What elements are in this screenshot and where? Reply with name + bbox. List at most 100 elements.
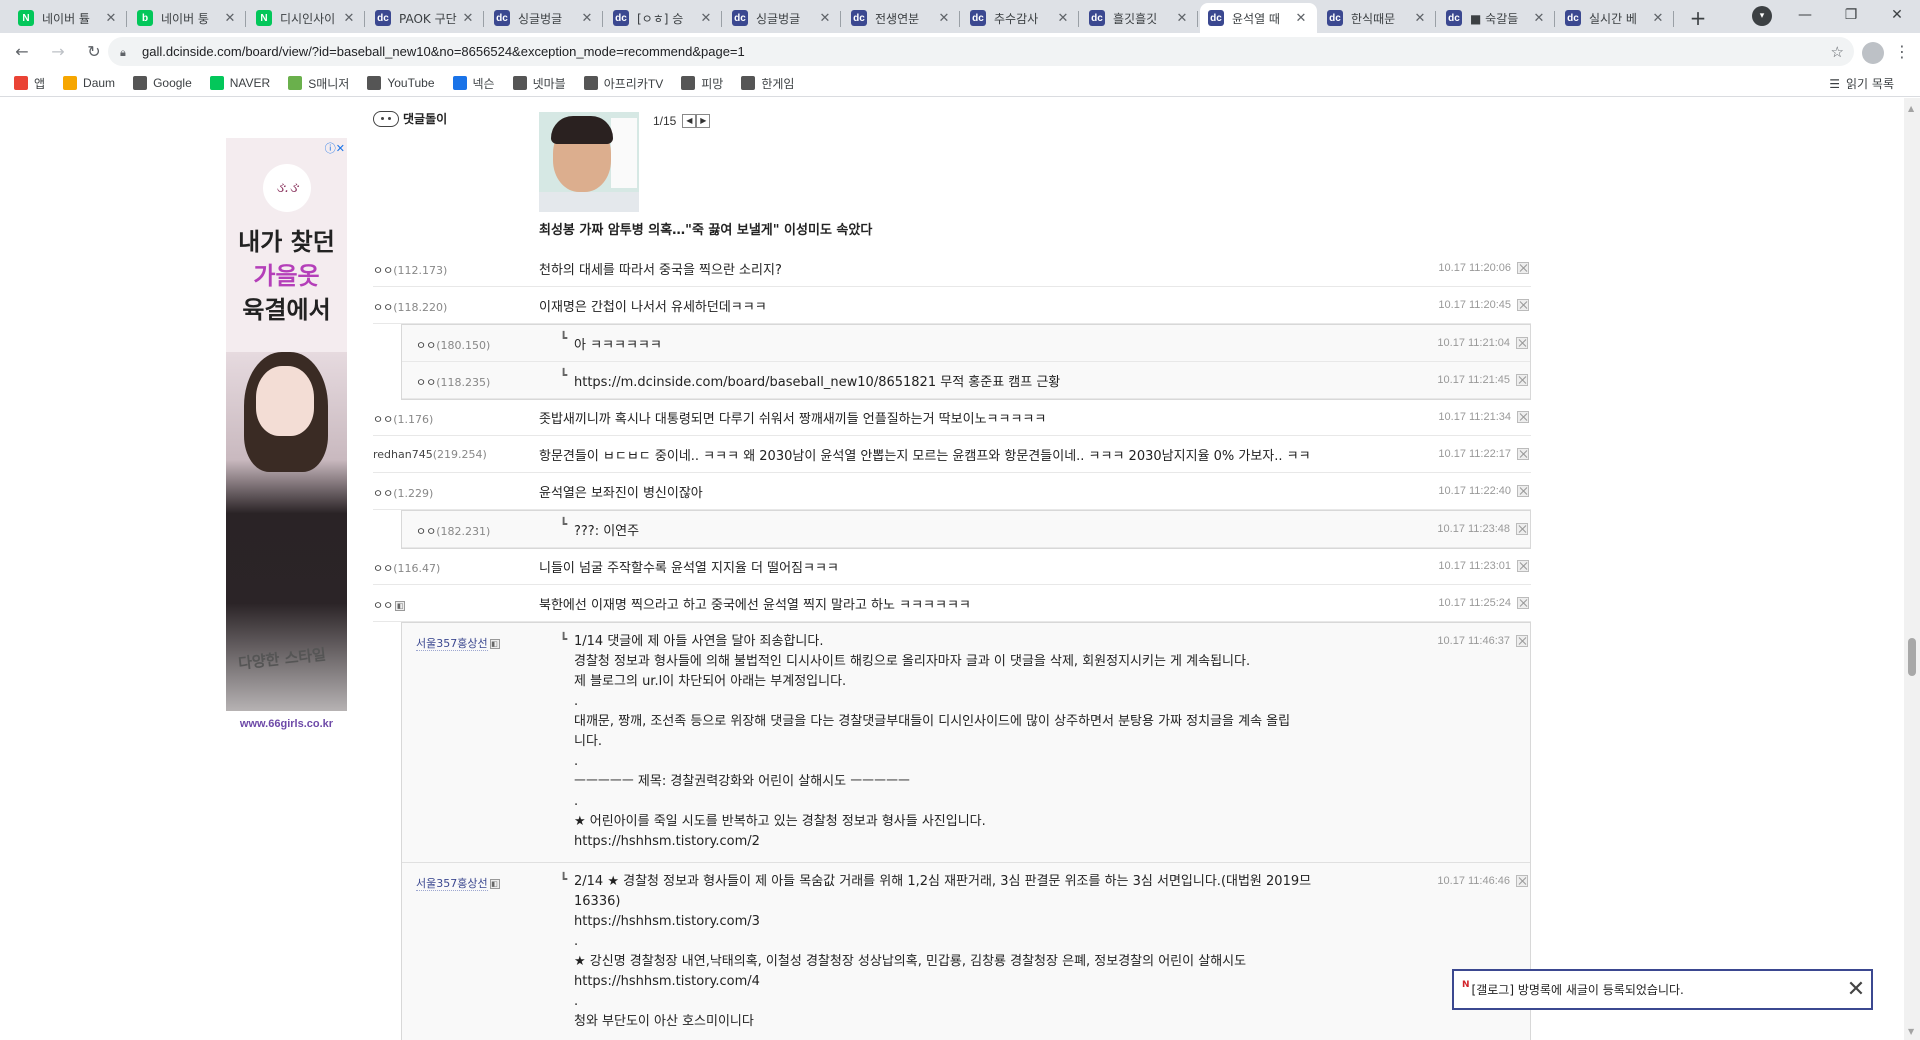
delete-comment-icon[interactable] [1517,262,1529,274]
page-scrollbar[interactable]: ▲ ▼ [1904,98,1920,1040]
close-tab-icon[interactable]: ✕ [1531,11,1547,26]
comment-nickname[interactable]: ㅇㅇ [373,413,393,426]
browser-tab[interactable]: dc 윤석열 때 ✕ [1200,3,1317,33]
reload-icon[interactable]: ↻ [80,38,108,66]
forward-icon[interactable]: → [44,38,72,66]
delete-comment-icon[interactable] [1517,411,1529,423]
close-tab-icon[interactable]: ✕ [1650,11,1666,26]
close-tab-icon[interactable]: ✕ [579,11,595,26]
delete-comment-icon[interactable] [1517,485,1529,497]
comment-nickname[interactable]: ㅇㅇ [416,376,436,389]
comment-nickname[interactable]: ㅇㅇ [373,599,393,612]
browser-tab[interactable]: dc 싱글벙글 ✕ [724,3,841,33]
toast-close-icon[interactable]: ✕ [1841,977,1871,1002]
browser-tab[interactable]: dc 흘깃흘깃 ✕ [1081,3,1198,33]
news-title[interactable]: 최성봉 가짜 암투병 의혹…"죽 끓여 보낼게" 이성미도 속았다 [539,219,872,238]
lock-icon[interactable]: 🔒︎ [120,46,132,59]
delete-comment-icon[interactable] [1516,875,1528,887]
bookmark-item[interactable]: YouTube [367,76,435,90]
side-ad-banner[interactable]: ⓘ✕ ઙ.ઙ 내가 찾던 가을옷 육결에서 다양한 스타일 [226,138,347,711]
browser-tab[interactable]: dc 싱글벙글 ✕ [486,3,603,33]
bookmark-item[interactable]: 피망 [681,75,723,92]
ad-headline-1: 내가 찾던 [238,228,335,256]
browser-menu-icon[interactable]: ⋮ [1894,42,1910,61]
bookmarks-bar: 앱 Daum Google NAVER S매니저 YouTube 넥슨 넷마블 아프리카TV 피망… [0,70,1920,97]
close-tab-icon[interactable]: ✕ [341,11,357,26]
delete-comment-icon[interactable] [1516,337,1528,349]
browser-tab[interactable]: b 네이버 퉁 ✕ [129,3,246,33]
close-tab-icon[interactable]: ✕ [222,11,238,26]
bookmark-item[interactable]: 넥슨 [452,75,495,92]
gallog-nickname[interactable]: 서울357홍상선 [416,637,488,651]
reading-list-icon: ☰ [1829,76,1841,91]
bot-face-icon [373,110,399,127]
ad-url[interactable]: www.66girls.co.kr [226,718,347,730]
news-thumbnail[interactable] [539,112,639,212]
comment-nickname[interactable]: redhan745 [373,448,433,461]
naver-icon: N [256,10,272,26]
delete-comment-icon[interactable] [1517,560,1529,572]
bookmark-item[interactable]: 아프리카TV [583,75,664,92]
comment-timestamp: 10.17 11:46:46 [1437,875,1510,887]
next-page-icon[interactable]: ▶ [696,114,711,128]
browser-tab[interactable]: dc PAOK 구단 ✕ [367,3,484,33]
bookmark-item[interactable]: 앱 [14,75,45,92]
delete-comment-icon[interactable] [1517,597,1529,609]
browser-tab[interactable]: dc 실시간 베 ✕ [1557,3,1674,33]
delete-comment-icon[interactable] [1517,448,1529,460]
close-tab-icon[interactable]: ✕ [1055,11,1071,26]
browser-tab[interactable]: dc 추수감사 ✕ [962,3,1079,33]
restore-icon[interactable]: ❐ [1828,0,1874,30]
bookmark-label: 아프리카TV [603,76,664,91]
close-tab-icon[interactable]: ✕ [936,11,952,26]
comment-nickname[interactable]: ㅇㅇ [373,562,393,575]
bookmark-item[interactable]: S매니저 [288,75,349,92]
bookmark-item[interactable]: 넷마블 [512,75,566,92]
comment-nickname[interactable]: ㅇㅇ [416,525,436,538]
browser-tab[interactable]: dc 전생연분 ✕ [843,3,960,33]
comment-nickname[interactable]: ㅇㅇ [416,339,436,352]
close-tab-icon[interactable]: ✕ [460,11,476,26]
comment-nickname[interactable]: ㅇㅇ [373,264,393,277]
close-tab-icon[interactable]: ✕ [1174,11,1190,26]
bookmark-item[interactable]: NAVER [209,76,270,90]
gallog-nickname[interactable]: 서울357홍상선 [416,877,488,891]
bookmark-star-icon[interactable]: ☆ [1831,43,1844,61]
close-tab-icon[interactable]: ✕ [817,11,833,26]
comment-nickname[interactable]: ㅇㅇ [373,487,393,500]
notification-toast[interactable]: N [갤로그] 방명록에 새글이 등록되었습니다. ✕ [1452,969,1873,1010]
reading-list-button[interactable]: ☰ 읽기 목록 [1829,75,1894,92]
delete-comment-icon[interactable] [1516,374,1528,386]
tab-search-icon[interactable]: ▾ [1752,6,1772,26]
delete-comment-icon[interactable] [1516,635,1528,647]
browser-tab[interactable]: N 디시인사이 ✕ [248,3,365,33]
profile-avatar[interactable] [1862,42,1884,64]
new-tab-icon[interactable]: + [1682,3,1714,33]
bookmark-item[interactable]: 한게임 [741,75,794,92]
bookmark-favicon-icon [452,76,467,90]
close-tab-icon[interactable]: ✕ [103,11,119,26]
browser-tab[interactable]: N 네이버 튤 ✕ [10,3,127,33]
delete-comment-icon[interactable] [1516,523,1528,535]
comment-nickname[interactable]: ㅇㅇ [373,301,393,314]
bookmark-item[interactable]: Daum [63,76,115,90]
browser-tab[interactable]: dc ■ 숙갈들 ✕ [1438,3,1555,33]
scroll-up-icon[interactable]: ▲ [1908,104,1914,113]
delete-comment-icon[interactable] [1517,299,1529,311]
semi-fixed-nick-badge-icon: ◧ [395,601,406,611]
close-window-icon[interactable]: ✕ [1874,0,1920,30]
scrollbar-thumb[interactable] [1908,638,1916,676]
prev-page-icon[interactable]: ◀ [682,114,697,128]
browser-tab[interactable]: dc 한식때문 ✕ [1319,3,1436,33]
close-tab-icon[interactable]: ✕ [698,11,714,26]
bookmark-item[interactable]: Google [133,76,192,90]
bookmark-label: YouTube [387,76,435,90]
back-icon[interactable]: ← [8,38,36,66]
browser-tab[interactable]: dc [ㅇㅎ] 승 ✕ [605,3,722,33]
close-tab-icon[interactable]: ✕ [1293,11,1309,26]
minimize-icon[interactable]: — [1782,0,1828,30]
address-bar[interactable]: 🔒︎ gall.dcinside.com/board/view/?id=base… [108,37,1854,66]
close-tab-icon[interactable]: ✕ [1412,11,1428,26]
scroll-down-icon[interactable]: ▼ [1908,1027,1914,1036]
ad-close-icon[interactable]: ⓘ✕ [325,140,345,156]
